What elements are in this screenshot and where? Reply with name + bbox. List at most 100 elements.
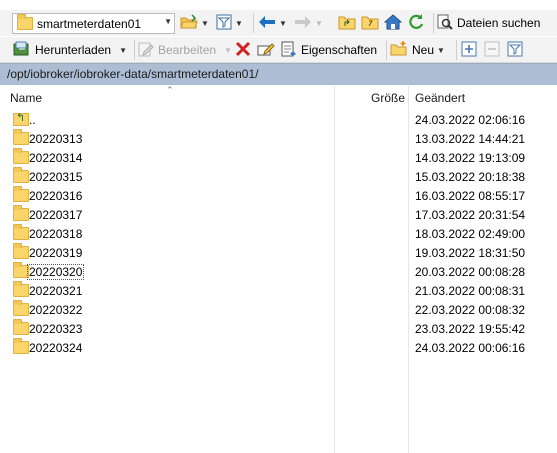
forward-button[interactable]: ▼ xyxy=(294,12,323,34)
edit-label: Bearbeiten xyxy=(158,43,217,57)
file-modified-date: 20.03.2022 00:08:28 xyxy=(415,265,526,279)
folder-row[interactable]: 20220317 17.03.2022 20:31:54 xyxy=(0,205,557,224)
file-name: 20220324 xyxy=(29,341,83,355)
folder-row[interactable]: 20220320 20.03.2022 00:08:28 xyxy=(0,262,557,281)
filter-icon xyxy=(216,14,232,33)
file-modified-date: 13.03.2022 14:44:21 xyxy=(415,132,526,146)
chevron-down-icon[interactable]: ▼ xyxy=(235,19,243,28)
plus-icon xyxy=(461,41,477,60)
filter-icon xyxy=(507,41,523,60)
parent-directory-button[interactable] xyxy=(338,12,356,34)
toolbar-divider xyxy=(134,40,135,60)
navigation-toolbar: smartmeterdaten01 ▼ ▼ ▼ ▼ ▼ Dateien such… xyxy=(0,10,557,36)
properties-label: Eigenschaften xyxy=(301,43,378,57)
home-icon xyxy=(383,13,403,33)
folder-icon xyxy=(13,148,29,164)
column-header-size[interactable]: Größe xyxy=(371,91,405,105)
file-list-header: Name Größe Geändert xyxy=(0,86,557,108)
new-folder-icon xyxy=(390,40,408,60)
chevron-down-icon[interactable]: ▼ xyxy=(437,46,445,55)
open-folder-icon xyxy=(180,13,198,33)
properties-button[interactable]: Eigenschaften xyxy=(281,39,377,61)
file-name: 20220317 xyxy=(29,208,83,222)
delete-button[interactable] xyxy=(235,39,251,61)
folder-row[interactable]: 20220322 22.03.2022 00:08:32 xyxy=(0,300,557,319)
folder-icon xyxy=(13,224,29,240)
chevron-down-icon[interactable]: ▼ xyxy=(279,19,287,28)
file-name: 20220316 xyxy=(29,189,83,203)
folder-row[interactable]: 20220313 13.03.2022 14:44:21 xyxy=(0,129,557,148)
folder-row[interactable]: 20220319 19.03.2022 18:31:50 xyxy=(0,243,557,262)
new-button[interactable]: Neu ▼ xyxy=(390,39,445,61)
find-files-label: Dateien suchen xyxy=(457,16,541,30)
root-directory-button[interactable] xyxy=(361,12,379,34)
open-folder-button[interactable]: ▼ xyxy=(180,12,209,34)
file-modified-date: 22.03.2022 00:08:32 xyxy=(415,303,526,317)
find-files-button[interactable]: Dateien suchen xyxy=(437,12,540,34)
arrow-right-icon xyxy=(294,15,312,32)
toolbar-divider xyxy=(456,40,457,60)
new-label: Neu xyxy=(412,43,435,57)
location-combobox[interactable]: smartmeterdaten01 ▼ xyxy=(12,13,175,34)
chevron-down-icon[interactable]: ▼ xyxy=(315,19,323,28)
file-actions-toolbar: Herunterladen ▼ Bearbeiten ▼ Eigenschaft… xyxy=(0,37,557,63)
file-name: 20220314 xyxy=(29,151,83,165)
root-folder-icon xyxy=(361,14,379,33)
file-modified-date: 16.03.2022 08:55:17 xyxy=(415,189,526,203)
toolbar-divider xyxy=(386,40,387,60)
edit-button[interactable]: Bearbeiten ▼ xyxy=(138,39,232,61)
folder-row[interactable]: 20220321 21.03.2022 00:08:31 xyxy=(0,281,557,300)
refresh-icon xyxy=(407,13,425,34)
select-all-button[interactable] xyxy=(461,39,477,61)
column-header-changed[interactable]: Geändert xyxy=(415,91,465,105)
folder-icon xyxy=(13,243,29,259)
properties-icon xyxy=(281,41,297,60)
folder-row[interactable]: 20220318 18.03.2022 02:49:00 xyxy=(0,224,557,243)
column-header-name[interactable]: Name xyxy=(10,91,42,105)
parent-folder-icon xyxy=(13,111,29,126)
download-icon xyxy=(13,41,31,60)
chevron-down-icon[interactable]: ▼ xyxy=(201,19,209,28)
file-name: 20220322 xyxy=(29,303,83,317)
filter-button[interactable]: ▼ xyxy=(216,12,243,34)
file-name: 20220320 xyxy=(26,264,85,280)
folder-icon xyxy=(17,14,33,30)
folder-icon xyxy=(13,300,29,316)
home-directory-button[interactable] xyxy=(383,12,403,34)
rename-button[interactable] xyxy=(257,39,275,61)
location-combobox-value: smartmeterdaten01 xyxy=(37,16,142,31)
parent-directory-row[interactable]: .. 24.03.2022 02:06:16 xyxy=(0,110,557,129)
refresh-button[interactable] xyxy=(407,12,425,34)
folder-icon xyxy=(13,319,29,335)
folder-row[interactable]: 20220323 23.03.2022 19:55:42 xyxy=(0,319,557,338)
filter-selection-button[interactable] xyxy=(507,39,523,61)
path-bar[interactable]: /opt/iobroker/iobroker-data/smartmeterda… xyxy=(0,63,557,85)
file-name: 20220318 xyxy=(29,227,83,241)
file-modified-date: 17.03.2022 20:31:54 xyxy=(415,208,526,222)
file-modified-date: 18.03.2022 02:49:00 xyxy=(415,227,526,241)
current-path: /opt/iobroker/iobroker-data/smartmeterda… xyxy=(7,67,259,81)
folder-row[interactable]: 20220324 24.03.2022 00:06:16 xyxy=(0,338,557,357)
folder-row[interactable]: 20220314 14.03.2022 19:13:09 xyxy=(0,148,557,167)
folder-row[interactable]: 20220315 15.03.2022 20:18:38 xyxy=(0,167,557,186)
chevron-down-icon[interactable]: ▼ xyxy=(164,17,172,26)
sort-ascending-icon: ⌃ xyxy=(166,85,174,95)
file-modified-date: 24.03.2022 02:06:16 xyxy=(415,113,526,127)
parent-folder-icon xyxy=(338,14,356,33)
file-modified-date: 14.03.2022 19:13:09 xyxy=(415,151,526,165)
file-name: 20220319 xyxy=(29,246,83,260)
find-files-icon xyxy=(437,14,453,33)
folder-icon xyxy=(13,205,29,221)
folder-row[interactable]: 20220316 16.03.2022 08:55:17 xyxy=(0,186,557,205)
chevron-down-icon[interactable]: ▼ xyxy=(224,46,232,55)
toolbar-divider xyxy=(433,13,434,33)
download-button[interactable]: Herunterladen ▼ xyxy=(13,39,127,61)
deselect-button[interactable] xyxy=(484,39,500,61)
back-button[interactable]: ▼ xyxy=(258,12,287,34)
download-label: Herunterladen xyxy=(35,43,112,57)
folder-icon xyxy=(13,129,29,145)
minus-icon xyxy=(484,41,500,60)
file-modified-date: 15.03.2022 20:18:38 xyxy=(415,170,526,184)
file-modified-date: 23.03.2022 19:55:42 xyxy=(415,322,526,336)
chevron-down-icon[interactable]: ▼ xyxy=(119,46,127,55)
